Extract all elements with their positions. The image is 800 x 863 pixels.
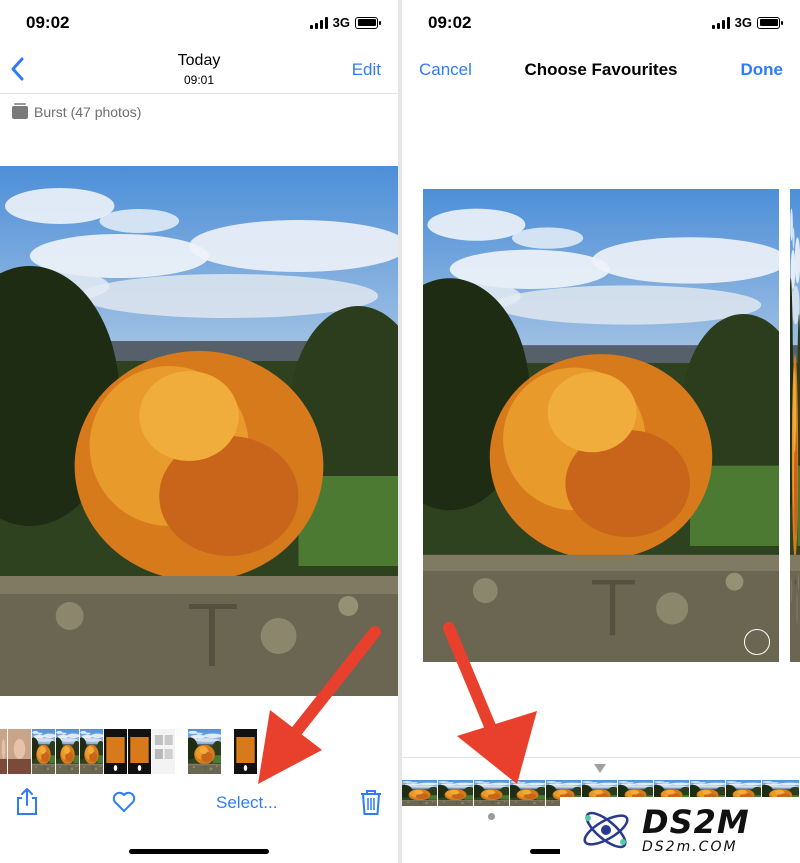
burst-stack-icon [12,102,28,119]
battery-icon [757,16,783,29]
share-icon[interactable] [14,787,40,817]
filmstrip-spacer [176,729,188,774]
previous-photo-peek[interactable] [402,189,412,662]
heart-icon[interactable] [111,787,137,817]
atom-logo-icon [583,811,629,849]
filmstrip-thumb[interactable] [80,729,104,774]
status-indicators: 3G [711,15,783,30]
status-time: 09:02 [26,13,70,32]
edit-button[interactable]: Edit [352,60,381,80]
navigation-bar: Cancel Choose Favourites Done [402,44,800,94]
watermark-brand: DS2M [642,803,750,841]
status-indicators: 3G [309,15,381,30]
filmstrip-thumb[interactable] [104,729,128,774]
next-photo-peek[interactable] [790,189,800,662]
burst-label: Burst (47 photos) [34,104,142,120]
annotation-arrow [443,622,537,784]
filmstrip-thumb[interactable] [32,729,56,774]
signal-icon [309,16,328,29]
status-time: 09:02 [428,13,472,32]
annotation-arrow [258,626,381,784]
status-bar: 09:02 3G [402,0,800,44]
filmstrip-thumb[interactable] [128,729,152,774]
signal-icon [711,16,730,29]
filmstrip-thumb[interactable] [152,729,176,774]
select-button[interactable]: Select... [216,793,277,813]
done-button[interactable]: Done [741,60,784,80]
burst-photo-current[interactable] [423,189,779,662]
current-position-marker-icon [594,764,606,773]
page-subtitle: 09:01 [183,73,215,87]
status-bar: 09:02 3G [0,0,398,44]
filmstrip-thumb[interactable] [8,729,32,774]
page-dot [488,813,495,820]
home-indicator [129,849,269,854]
filmstrip-thumb[interactable] [402,780,438,806]
filmstrip-thumb[interactable] [188,729,222,774]
page-title: Today [177,52,221,69]
navigation-bar: Today 09:01 Edit [0,44,398,94]
battery-icon [355,16,381,29]
filmstrip-thumb[interactable] [0,729,8,774]
filmstrip-thumb[interactable] [56,729,80,774]
burst-info: Burst (47 photos) [12,102,142,120]
watermark: DS2M DS2m.COM [560,797,800,863]
network-type: 3G [332,15,350,30]
choose-favourites-view: 09:02 3G Cancel Choose Favourites Done [402,0,800,863]
network-type: 3G [734,15,752,30]
main-photo[interactable] [0,166,398,696]
watermark-domain: DS2m.COM [642,839,738,855]
filmstrip-spacer [222,729,234,774]
burst-photo-view: 09:02 3G Today 09:01 Edit Burst (47 phot… [0,0,398,863]
selection-circle[interactable] [744,629,770,655]
